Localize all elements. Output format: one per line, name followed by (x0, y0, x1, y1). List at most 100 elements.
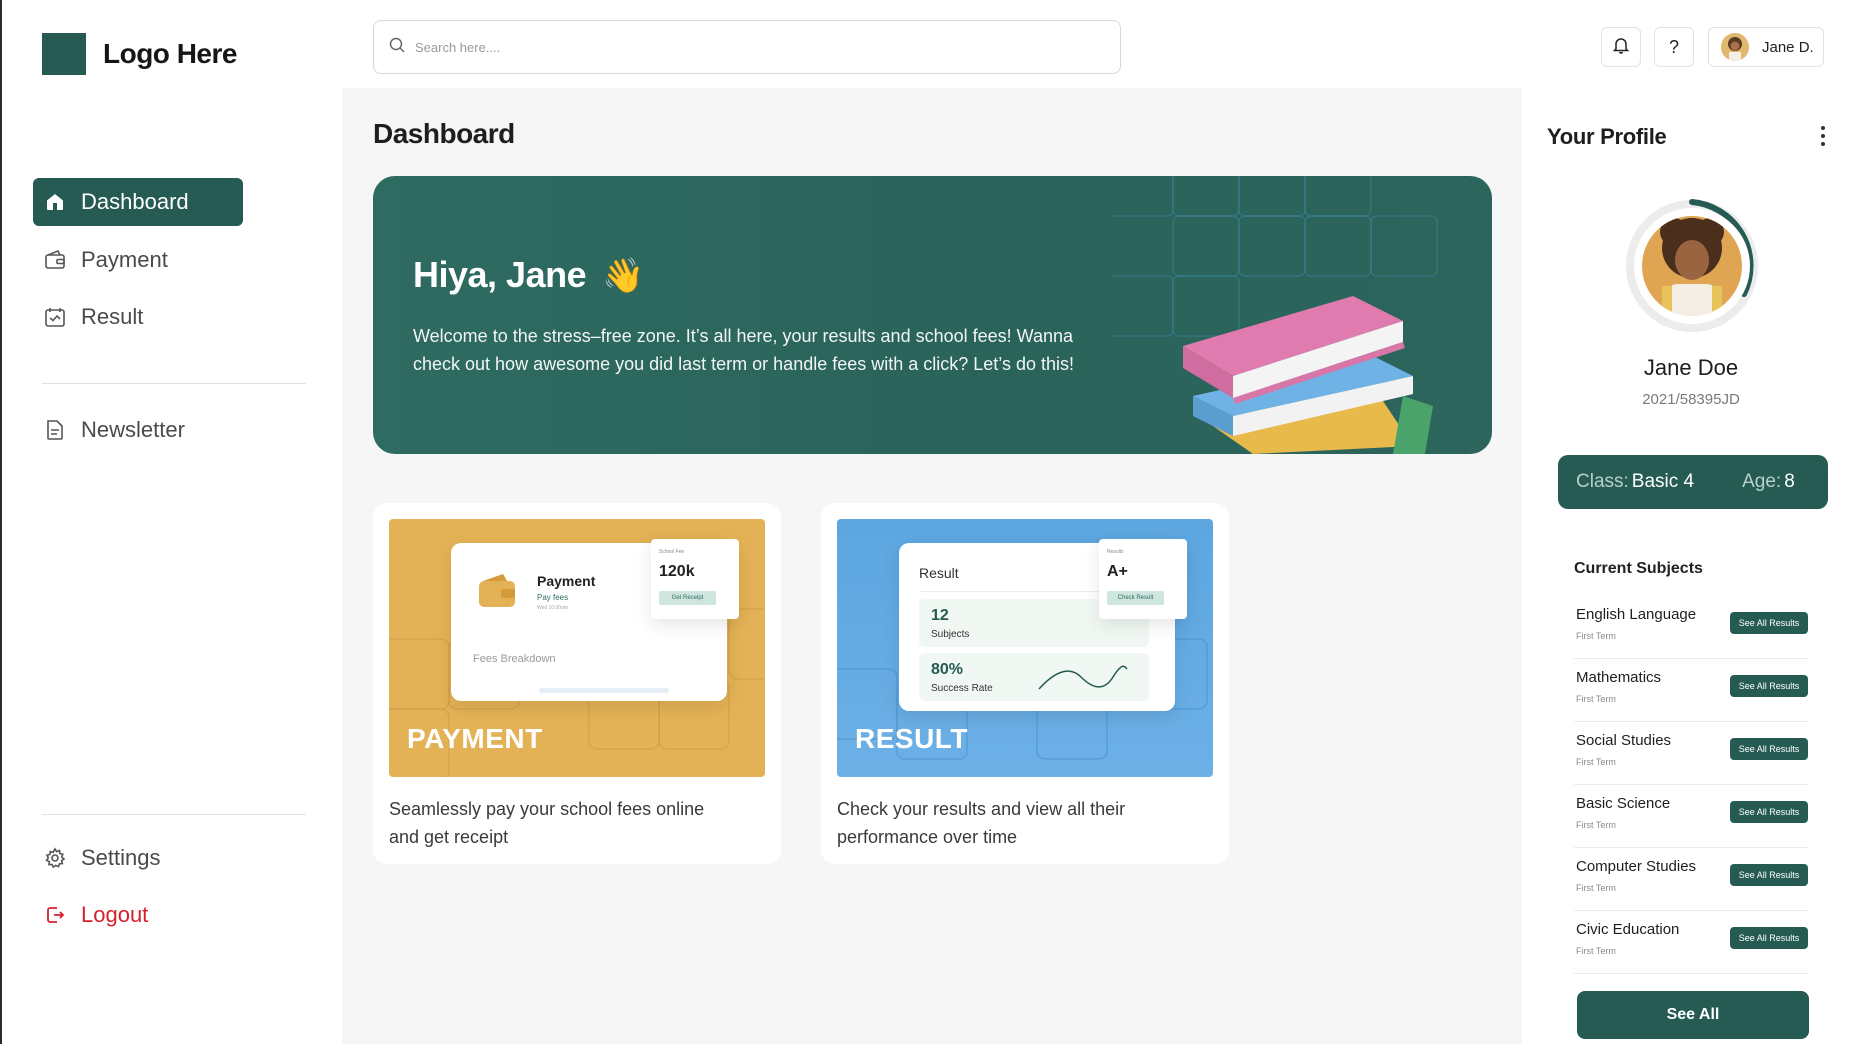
list-item: Social Studies First Term See All Result… (1574, 722, 1808, 785)
settings-label: Settings (81, 845, 161, 870)
welcome-message: Welcome to the stress–free zone. It’s al… (413, 326, 1075, 374)
progress-track (539, 688, 669, 693)
amount-preview: School Fee 120k Get Receipt (651, 539, 739, 619)
see-all-results-button[interactable]: See All Results (1730, 927, 1808, 949)
profile-name: Jane Doe (1643, 355, 1739, 380)
profile-title: Your Profile (1547, 124, 1667, 149)
result-card[interactable]: Result 12 Subjects 80% Success Rate Resu… (821, 503, 1229, 864)
subject-term: First Term (1576, 694, 1616, 704)
grade-caption: Results (1107, 549, 1124, 555)
help-icon: ? (1668, 36, 1679, 57)
see-all-results-button[interactable]: See All Results (1730, 612, 1808, 634)
sidebar-divider (42, 814, 306, 815)
sidebar-item-label: Result (81, 304, 144, 329)
search-input[interactable] (415, 39, 1015, 55)
help-button[interactable]: ? (1654, 27, 1694, 67)
payment-card-description: Seamlessly pay your school fees online a… (389, 799, 705, 847)
profile-panel: Your Profile Jane Doe 2021/58395JD Class… (1522, 88, 1860, 1044)
payment-card-image: Payment Pay fees Wed 10:00am Fees Breakd… (389, 519, 765, 777)
newsletter-icon (44, 419, 66, 441)
grade-preview: Results A+ Check Result (1099, 539, 1187, 619)
sidebar-item-label: Payment (81, 247, 168, 272)
age-value: 8 (1784, 471, 1795, 492)
profile-id: 2021/58395JD (1642, 391, 1740, 408)
subject-term: First Term (1576, 631, 1616, 641)
result-card-label: RESULT (855, 723, 968, 754)
sidebar-item-label: Newsletter (81, 417, 185, 442)
welcome-banner: Hiya, Jane 👋 Welcome to the stress–free z… (373, 176, 1492, 454)
sidebar-item-dashboard[interactable]: Dashboard (33, 178, 243, 226)
notifications-button[interactable] (1601, 27, 1641, 67)
welcome-greeting: Hiya, Jane 👋 (413, 254, 644, 295)
subject-name: English Language (1576, 606, 1697, 623)
logout-label: Logout (81, 902, 149, 927)
check-result-button: Check Result (1107, 591, 1164, 605)
search-bar (373, 20, 1121, 74)
payment-card-label: PAYMENT (407, 723, 543, 754)
profile-avatar (1626, 199, 1758, 332)
settings-button[interactable]: Settings (33, 834, 243, 882)
see-all-results-button[interactable]: See All Results (1730, 801, 1808, 823)
amount-value: 120k (659, 563, 695, 580)
subject-term: First Term (1576, 946, 1616, 956)
current-subjects-title: Current Subjects (1574, 560, 1703, 577)
list-item: Computer Studies First Term See All Resu… (1574, 848, 1808, 911)
sidebar-item-newsletter[interactable]: Newsletter (33, 406, 243, 454)
age-label: Age: (1742, 471, 1782, 492)
list-item: Civic Education First Term See All Resul… (1574, 911, 1808, 974)
subject-list: English Language First Term See All Resu… (1574, 596, 1808, 974)
class-age-badge: Class: Basic 4 Age: 8 (1558, 455, 1828, 509)
see-all-results-button[interactable]: See All Results (1730, 675, 1808, 697)
payment-preview-title: Payment (537, 573, 596, 589)
wallet-icon (44, 249, 66, 271)
subject-term: First Term (1576, 757, 1616, 767)
sidebar-item-label: Dashboard (81, 189, 189, 214)
logout-icon (44, 904, 66, 926)
list-item: English Language First Term See All Resu… (1574, 596, 1808, 659)
user-menu[interactable]: Jane D. (1708, 27, 1824, 67)
see-all-results-button[interactable]: See All Results (1730, 738, 1808, 760)
books-illustration (1183, 296, 1433, 454)
sidebar-divider (42, 383, 306, 384)
page-title: Dashboard (373, 118, 515, 149)
gear-icon (44, 847, 66, 869)
payment-preview-subtitle: Pay fees (537, 593, 569, 602)
result-card-image: Result 12 Subjects 80% Success Rate Resu… (837, 519, 1213, 777)
home-icon (44, 191, 66, 213)
subject-term: First Term (1576, 883, 1616, 893)
search-icon (389, 37, 405, 58)
subject-name: Civic Education (1576, 921, 1680, 938)
amount-caption: School Fee (659, 549, 685, 555)
see-all-results-button[interactable]: See All Results (1730, 864, 1808, 886)
payment-preview-time: Wed 10:00am (537, 605, 569, 611)
sidebar: Logo Here Dashboard Payment Result Newsl… (0, 0, 342, 1044)
see-all-button[interactable]: See All (1577, 991, 1809, 1039)
avatar (1721, 33, 1749, 61)
subject-name: Mathematics (1576, 669, 1662, 686)
list-item: Mathematics First Term See All Results (1574, 659, 1808, 722)
sidebar-item-result[interactable]: Result (33, 293, 243, 341)
user-name: Jane D. (1762, 38, 1814, 56)
more-options-icon[interactable] (1816, 123, 1830, 149)
logout-button[interactable]: Logout (33, 891, 243, 939)
logo-mark (42, 33, 86, 75)
subject-name: Social Studies (1576, 732, 1672, 749)
wave-icon: 👋 (602, 257, 644, 295)
logo-text: Logo Here (103, 38, 237, 69)
fees-breakdown-label: Fees Breakdown (473, 653, 556, 665)
result-preview-title: Result (919, 565, 959, 581)
subject-name: Computer Studies (1576, 858, 1697, 875)
get-receipt-button: Get Receipt (659, 591, 716, 605)
list-item: Basic Science First Term See All Results (1574, 785, 1808, 848)
sidebar-item-payment[interactable]: Payment (33, 236, 243, 284)
result-card-description: Check your results and view all their pe… (837, 799, 1126, 847)
payment-card[interactable]: Payment Pay fees Wed 10:00am Fees Breakd… (373, 503, 781, 864)
class-label: Class: (1576, 471, 1629, 492)
trend-line (1038, 665, 1128, 690)
subject-name: Basic Science (1576, 795, 1671, 812)
result-icon (44, 306, 66, 328)
bell-icon (1612, 36, 1630, 59)
logo[interactable]: Logo Here (42, 33, 237, 75)
grade-value: A+ (1107, 563, 1128, 580)
subject-term: First Term (1576, 820, 1616, 830)
